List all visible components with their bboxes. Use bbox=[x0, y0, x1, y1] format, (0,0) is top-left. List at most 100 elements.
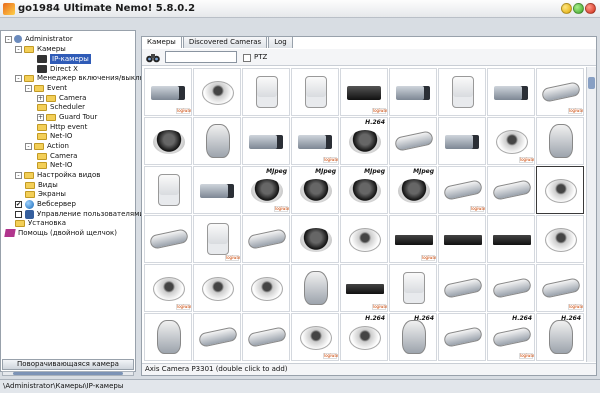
tree-node[interactable]: Установка bbox=[15, 218, 66, 228]
camera-model-tile[interactable]: logiware bbox=[144, 264, 192, 312]
camera-model-tile[interactable]: MJpeg bbox=[291, 166, 339, 214]
tree-node[interactable]: Помощь (двойной щелчок) bbox=[4, 228, 117, 238]
camera-model-tile[interactable]: logiware bbox=[438, 166, 486, 214]
tab-log[interactable]: Log bbox=[268, 36, 293, 48]
scrollbar-thumb[interactable] bbox=[13, 372, 123, 375]
collapse-toggle[interactable]: - bbox=[25, 84, 32, 92]
camera-model-tile[interactable]: logiware bbox=[340, 68, 388, 116]
camera-model-tile[interactable] bbox=[536, 166, 584, 214]
minimize-button[interactable] bbox=[561, 3, 572, 14]
camera-model-tile[interactable] bbox=[438, 215, 486, 263]
ptz-checkbox[interactable] bbox=[243, 54, 251, 62]
camera-model-tile[interactable] bbox=[193, 313, 241, 361]
camera-model-tile[interactable] bbox=[487, 166, 535, 214]
camera-model-tile[interactable] bbox=[193, 264, 241, 312]
camera-model-tile[interactable] bbox=[389, 264, 437, 312]
camera-model-tile[interactable] bbox=[242, 68, 290, 116]
title-bar: go1984 Ultimate Nemo! 5.8.0.2 bbox=[0, 0, 600, 18]
camera-model-tile[interactable] bbox=[438, 117, 486, 165]
camera-model-tile[interactable] bbox=[144, 313, 192, 361]
camera-model-tile[interactable]: logiware bbox=[291, 117, 339, 165]
camera-model-tile[interactable]: H.264 bbox=[340, 117, 388, 165]
collapse-toggle[interactable]: - bbox=[25, 142, 32, 150]
encoder-camera-icon bbox=[395, 235, 433, 245]
camera-model-tile[interactable]: logiware bbox=[536, 68, 584, 116]
tree-node[interactable]: - Event bbox=[25, 83, 67, 93]
tree-checkbox[interactable]: ✔ bbox=[15, 200, 22, 208]
navigation-tree[interactable]: - Administrator - Камеры IP-камеры Direct X-М… bbox=[0, 30, 167, 372]
tree-node[interactable]: IP-камеры bbox=[37, 54, 91, 64]
camera-model-tile[interactable] bbox=[193, 68, 241, 116]
camera-model-tile[interactable] bbox=[242, 313, 290, 361]
camera-model-tile[interactable]: logiware bbox=[291, 313, 339, 361]
camera-model-tile[interactable] bbox=[389, 117, 437, 165]
camera-model-tile[interactable]: logiware bbox=[193, 215, 241, 263]
camera-search-input[interactable] bbox=[165, 51, 237, 63]
collapse-toggle[interactable]: - bbox=[15, 171, 22, 179]
camera-model-tile[interactable]: logiware bbox=[144, 68, 192, 116]
dome-white-camera-icon bbox=[349, 228, 381, 252]
maximize-button[interactable] bbox=[573, 3, 584, 14]
tree-node-label: Помощь (двойной щелчок) bbox=[18, 229, 117, 237]
camera-model-tile[interactable]: MJpeg logiware bbox=[242, 166, 290, 214]
camera-model-tile[interactable]: H.264 logiware bbox=[487, 313, 535, 361]
collapse-toggle[interactable]: - bbox=[15, 45, 22, 53]
camera-model-tile[interactable]: H.264 bbox=[536, 313, 584, 361]
camera-model-tile[interactable]: logiware bbox=[389, 215, 437, 263]
expand-toggle[interactable]: + bbox=[37, 94, 44, 102]
camera-model-tile[interactable] bbox=[144, 117, 192, 165]
tree-node[interactable]: ✔ Вебсервер bbox=[15, 199, 76, 209]
collapse-toggle[interactable]: - bbox=[15, 74, 22, 82]
camera-model-tile[interactable] bbox=[438, 68, 486, 116]
camera-model-tile[interactable] bbox=[242, 117, 290, 165]
camera-model-tile[interactable]: H.264 bbox=[389, 313, 437, 361]
camera-model-tile[interactable] bbox=[144, 215, 192, 263]
camera-model-tile[interactable] bbox=[291, 68, 339, 116]
camera-model-tile[interactable]: logiware bbox=[536, 264, 584, 312]
camera-model-tile[interactable] bbox=[536, 215, 584, 263]
cube-camera-icon bbox=[207, 223, 229, 255]
camera-model-tile[interactable]: H.264 bbox=[340, 313, 388, 361]
camera-model-tile[interactable] bbox=[487, 264, 535, 312]
camera-model-tile[interactable] bbox=[487, 68, 535, 116]
watermark-logo: logiware bbox=[568, 108, 584, 114]
camera-model-tile[interactable] bbox=[291, 264, 339, 312]
encoder-camera-icon bbox=[493, 235, 531, 245]
camera-model-tile[interactable] bbox=[242, 264, 290, 312]
close-button[interactable] bbox=[585, 3, 596, 14]
camera-model-tile[interactable] bbox=[144, 166, 192, 214]
camera-model-tile[interactable] bbox=[291, 215, 339, 263]
camera-model-tile[interactable]: MJpeg bbox=[389, 166, 437, 214]
tree-node[interactable]: Scheduler bbox=[37, 102, 85, 112]
expand-toggle[interactable]: + bbox=[37, 113, 44, 121]
camera-model-tile[interactable] bbox=[438, 313, 486, 361]
tree-node[interactable]: - Настройка видов bbox=[15, 170, 100, 180]
camera-model-tile[interactable] bbox=[193, 166, 241, 214]
tree-node[interactable]: - Administrator bbox=[5, 34, 73, 44]
camera-model-tile[interactable] bbox=[340, 215, 388, 263]
camera-model-tile[interactable] bbox=[438, 264, 486, 312]
tree-node[interactable]: - Action bbox=[25, 141, 69, 151]
camera-model-tile[interactable] bbox=[193, 117, 241, 165]
camera-model-tile[interactable]: MJpeg bbox=[340, 166, 388, 214]
tab-cameras[interactable]: Камеры bbox=[141, 36, 182, 48]
camera-model-tile[interactable] bbox=[389, 68, 437, 116]
tree-node[interactable]: Net-IO bbox=[37, 160, 72, 170]
collapse-toggle[interactable]: - bbox=[5, 35, 12, 43]
tree-node[interactable]: + Guard Tour bbox=[37, 112, 97, 122]
ptz-camera-panel-button[interactable]: Поворачивающаяся камера bbox=[2, 359, 134, 370]
scrollbar-thumb[interactable] bbox=[588, 77, 595, 89]
tree-node[interactable]: - Камеры bbox=[15, 44, 66, 54]
camera-model-tile[interactable]: logiware bbox=[340, 264, 388, 312]
tree-node[interactable]: Net-IO bbox=[37, 131, 72, 141]
camera-model-tile[interactable]: logiware bbox=[487, 117, 535, 165]
camera-model-tile[interactable] bbox=[536, 117, 584, 165]
codec-badge: H.264 bbox=[512, 315, 532, 322]
camera-model-tile[interactable] bbox=[487, 215, 535, 263]
tree-node[interactable]: Экраны bbox=[25, 189, 66, 199]
horizontal-scrollbar[interactable] bbox=[2, 371, 134, 376]
vertical-scrollbar[interactable] bbox=[586, 67, 596, 362]
tree-checkbox[interactable] bbox=[15, 210, 22, 218]
tab-discovered-cameras[interactable]: Discovered Cameras bbox=[182, 36, 268, 48]
camera-model-tile[interactable] bbox=[242, 215, 290, 263]
